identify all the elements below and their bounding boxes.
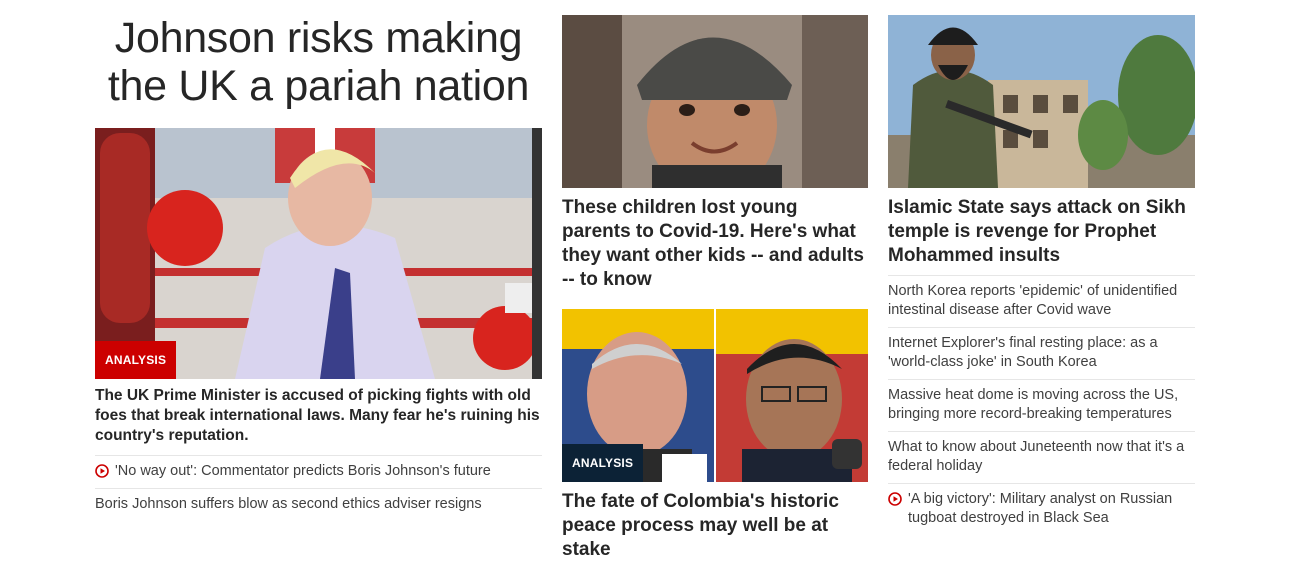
list-item[interactable]: Boris Johnson suffers blow as second eth…: [95, 488, 542, 521]
link-text: Internet Explorer's final resting place:…: [888, 335, 1158, 370]
link-text: Boris Johnson suffers blow as second eth…: [95, 496, 482, 512]
analysis-badge: ANALYSIS: [562, 444, 644, 482]
story-image-colombia[interactable]: ANALYSIS: [562, 309, 868, 482]
link-text: Massive heat dome is moving across the U…: [888, 387, 1179, 422]
right-column: Islamic State says attack on Sikh temple…: [888, 0, 1195, 535]
list-item[interactable]: 'A big victory': Military analyst on Rus…: [888, 483, 1195, 535]
middle-column: These children lost young parents to Cov…: [562, 0, 868, 562]
lead-related-links: 'No way out': Commentator predicts Boris…: [95, 455, 542, 521]
list-item[interactable]: What to know about Juneteenth now that i…: [888, 431, 1195, 483]
link-text: What to know about Juneteenth now that i…: [888, 439, 1185, 474]
link-text: North Korea reports 'epidemic' of uniden…: [888, 283, 1178, 318]
lead-story: Johnson risks making the UK a pariah nat…: [95, 0, 542, 521]
story-title-sikh-temple[interactable]: Islamic State says attack on Sikh temple…: [888, 196, 1195, 268]
link-text: 'A big victory': Military analyst on Rus…: [908, 491, 1173, 526]
lead-headline[interactable]: Johnson risks making the UK a pariah nat…: [95, 14, 542, 110]
list-item[interactable]: Internet Explorer's final resting place:…: [888, 327, 1195, 379]
right-related-links: North Korea reports 'epidemic' of uniden…: [888, 275, 1195, 535]
play-icon: [95, 464, 109, 478]
list-item[interactable]: 'No way out': Commentator predicts Boris…: [95, 455, 542, 488]
analysis-badge: ANALYSIS: [95, 341, 177, 379]
story-image-children[interactable]: [562, 15, 868, 188]
list-item[interactable]: North Korea reports 'epidemic' of uniden…: [888, 275, 1195, 327]
lead-story-image[interactable]: ANALYSIS: [95, 128, 542, 379]
story-title-children[interactable]: These children lost young parents to Cov…: [562, 196, 868, 292]
story-image-sikh-temple[interactable]: [888, 15, 1195, 188]
play-icon: [888, 492, 902, 506]
link-text: 'No way out': Commentator predicts Boris…: [115, 463, 491, 479]
list-item[interactable]: Massive heat dome is moving across the U…: [888, 379, 1195, 431]
lead-summary[interactable]: The UK Prime Minister is accused of pick…: [95, 386, 542, 455]
story-title-colombia[interactable]: The fate of Colombia's historic peace pr…: [562, 490, 868, 562]
